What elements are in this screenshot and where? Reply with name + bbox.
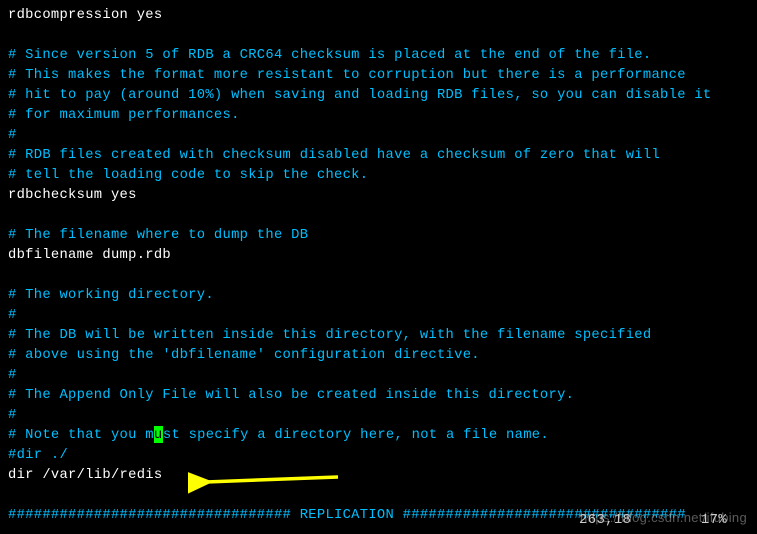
code-line (8, 266, 749, 286)
code-line (8, 26, 749, 46)
code-line: dir /var/lib/redis (8, 466, 749, 486)
code-line (8, 206, 749, 226)
code-line: # The DB will be written inside this dir… (8, 326, 749, 346)
code-line: # (8, 306, 749, 326)
code-line-cursor: # Note that you must specify a directory… (8, 426, 749, 446)
cursor-line-after: st specify a directory here, not a file … (163, 428, 549, 443)
code-line: # This makes the format more resistant t… (8, 66, 749, 86)
code-line: # The Append Only File will also be crea… (8, 386, 749, 406)
code-line: # RDB files created with checksum disabl… (8, 146, 749, 166)
code-line: # hit to pay (around 10%) when saving an… (8, 86, 749, 106)
cursor-line-before: # Note that you m (8, 428, 154, 443)
code-line: rdbchecksum yes (8, 186, 749, 206)
code-line: # tell the loading code to skip the chec… (8, 166, 749, 186)
code-line: # above using the 'dbfilename' configura… (8, 346, 749, 366)
code-line: # (8, 406, 749, 426)
code-line: # (8, 126, 749, 146)
code-line (8, 486, 749, 506)
code-line: #dir ./ (8, 446, 749, 466)
cursor: u (154, 426, 163, 443)
code-line: rdbcompression yes (8, 6, 749, 26)
code-line: dbfilename dump.rdb (8, 246, 749, 266)
code-line: # (8, 366, 749, 386)
code-line: # for maximum performances. (8, 106, 749, 126)
code-line: # The working directory. (8, 286, 749, 306)
editor-viewport[interactable]: rdbcompression yes # Since version 5 of R… (8, 6, 749, 526)
watermark: https://blog.csdn.net/ifubing (580, 508, 747, 528)
code-line: # Since version 5 of RDB a CRC64 checksu… (8, 46, 749, 66)
code-line: # The filename where to dump the DB (8, 226, 749, 246)
